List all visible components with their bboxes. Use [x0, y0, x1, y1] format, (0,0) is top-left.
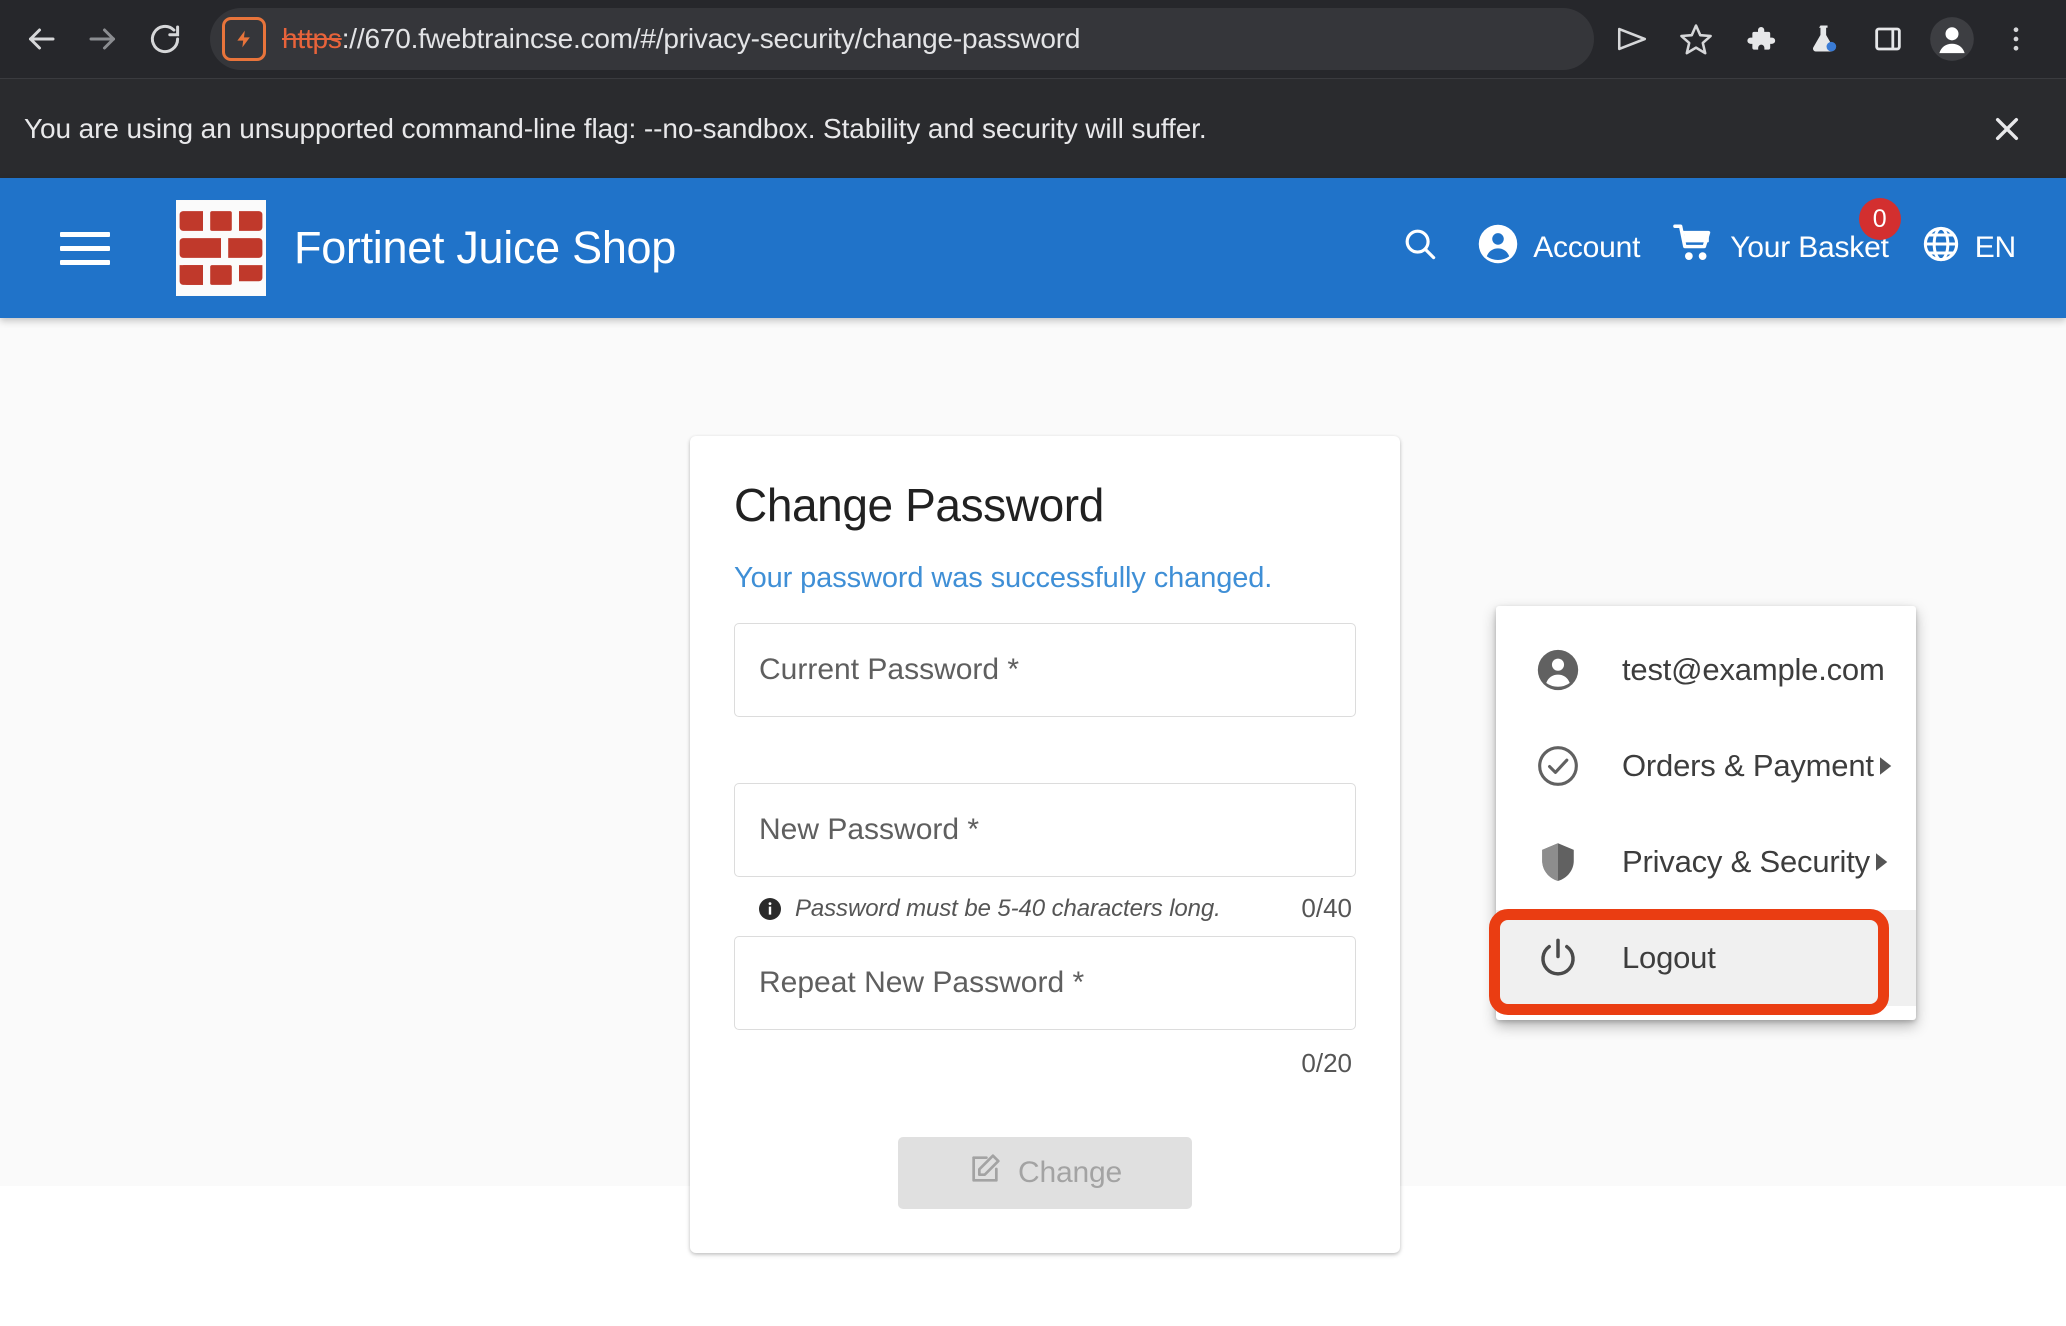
- not-secure-lightning-icon[interactable]: [222, 17, 266, 61]
- check-circle-icon: [1536, 744, 1580, 788]
- reload-button[interactable]: [134, 8, 196, 70]
- side-panel-icon[interactable]: [1860, 11, 1916, 67]
- change-button-label: Change: [1018, 1156, 1122, 1189]
- search-icon: [1401, 225, 1439, 271]
- fortinet-logo-icon: [176, 200, 266, 296]
- current-password-input[interactable]: [734, 623, 1356, 717]
- account-person-icon: [1536, 648, 1580, 692]
- search-button[interactable]: [1379, 215, 1461, 281]
- basket-count-badge: 0: [1858, 198, 1901, 240]
- account-label: Account: [1533, 231, 1641, 264]
- language-label: EN: [1974, 231, 2016, 264]
- account-dropdown-menu: test@example.com Orders & Payment Privac…: [1496, 606, 1916, 1020]
- repeat-password-counter: 0/20: [1301, 1048, 1352, 1078]
- field-spacer: [734, 717, 1356, 783]
- profile-avatar-icon[interactable]: [1924, 11, 1980, 67]
- shopping-cart-icon: [1672, 222, 1716, 274]
- menu-item-orders-payment[interactable]: Orders & Payment: [1496, 718, 1916, 814]
- chevron-right-icon: [1870, 852, 1892, 872]
- arrow-left-icon: [23, 21, 59, 57]
- reload-icon: [147, 21, 183, 57]
- address-bar[interactable]: https://670.fwebtraincse.com/#/privacy-s…: [210, 8, 1594, 70]
- change-password-card: Change Password Your password was succes…: [690, 436, 1400, 1253]
- back-button[interactable]: [10, 8, 72, 70]
- app-title: Fortinet Juice Shop: [294, 222, 677, 273]
- command-line-flag-infobar: You are using an unsupported command-lin…: [0, 78, 2066, 178]
- close-icon[interactable]: [1984, 106, 2030, 152]
- menu-item-email[interactable]: test@example.com: [1496, 622, 1916, 718]
- url-scheme: https: [282, 23, 342, 54]
- info-icon: [758, 897, 782, 921]
- new-password-hint: Password must be 5-40 characters long.: [795, 894, 1221, 922]
- basket-button[interactable]: Your Basket 0: [1656, 198, 1904, 284]
- repeat-password-counter-row: 0/20: [734, 1030, 1356, 1079]
- browser-chrome: https://670.fwebtraincse.com/#/privacy-s…: [0, 0, 2066, 178]
- menu-item-logout[interactable]: Logout: [1496, 910, 1916, 1006]
- account-person-icon: [1477, 223, 1519, 273]
- star-bookmark-icon[interactable]: [1668, 11, 1724, 67]
- hamburger-bar: [60, 259, 110, 265]
- globe-icon: [1921, 224, 1961, 272]
- edit-pencil-icon: [968, 1152, 1002, 1194]
- menu-item-label: Orders & Payment: [1622, 748, 1874, 783]
- language-button[interactable]: EN: [1905, 214, 2032, 282]
- new-password-counter: 0/40: [1301, 893, 1352, 923]
- chevron-right-icon: [1874, 756, 1896, 776]
- account-button[interactable]: Account: [1461, 213, 1656, 283]
- labs-flask-icon[interactable]: [1796, 11, 1852, 67]
- page-body: Change Password Your password was succes…: [0, 318, 2066, 1253]
- url-rest: ://670.fwebtraincse.com/#/privacy-securi…: [341, 23, 1081, 54]
- menu-item-label: Logout: [1622, 940, 1716, 975]
- new-password-hint-row: Password must be 5-40 characters long. 0…: [734, 877, 1356, 936]
- hamburger-bar: [60, 231, 110, 237]
- repeat-password-input[interactable]: [734, 936, 1356, 1030]
- submit-row: Change: [734, 1137, 1356, 1209]
- page-title: Change Password: [734, 479, 1104, 531]
- forward-button[interactable]: [72, 8, 134, 70]
- menu-item-privacy-security[interactable]: Privacy & Security: [1496, 814, 1916, 910]
- menu-item-label: test@example.com: [1622, 652, 1885, 687]
- success-message: Your password was successfully changed.: [734, 562, 1273, 594]
- arrow-right-icon: [85, 21, 121, 57]
- app-header: Fortinet Juice Shop Account Your Basket …: [0, 178, 2066, 318]
- extensions-puzzle-icon[interactable]: [1732, 11, 1788, 67]
- browser-toolbar-icons: [1604, 11, 2044, 67]
- infobar-message: You are using an unsupported command-lin…: [24, 112, 1207, 144]
- hamburger-bar: [60, 245, 110, 251]
- hamburger-menu-icon[interactable]: [60, 219, 118, 277]
- new-password-input[interactable]: [734, 783, 1356, 877]
- change-password-button[interactable]: Change: [898, 1137, 1192, 1209]
- browser-toolbar: https://670.fwebtraincse.com/#/privacy-s…: [0, 0, 2066, 78]
- power-icon: [1536, 936, 1580, 980]
- menu-item-label: Privacy & Security: [1622, 844, 1870, 879]
- share-icon[interactable]: [1604, 11, 1660, 67]
- three-dot-menu-icon[interactable]: [1988, 11, 2044, 67]
- header-actions: Account Your Basket 0 EN: [1379, 198, 2032, 284]
- url-text: https://670.fwebtraincse.com/#/privacy-s…: [282, 23, 1080, 55]
- shield-icon: [1536, 840, 1580, 884]
- basket-label: Your Basket: [1730, 231, 1889, 264]
